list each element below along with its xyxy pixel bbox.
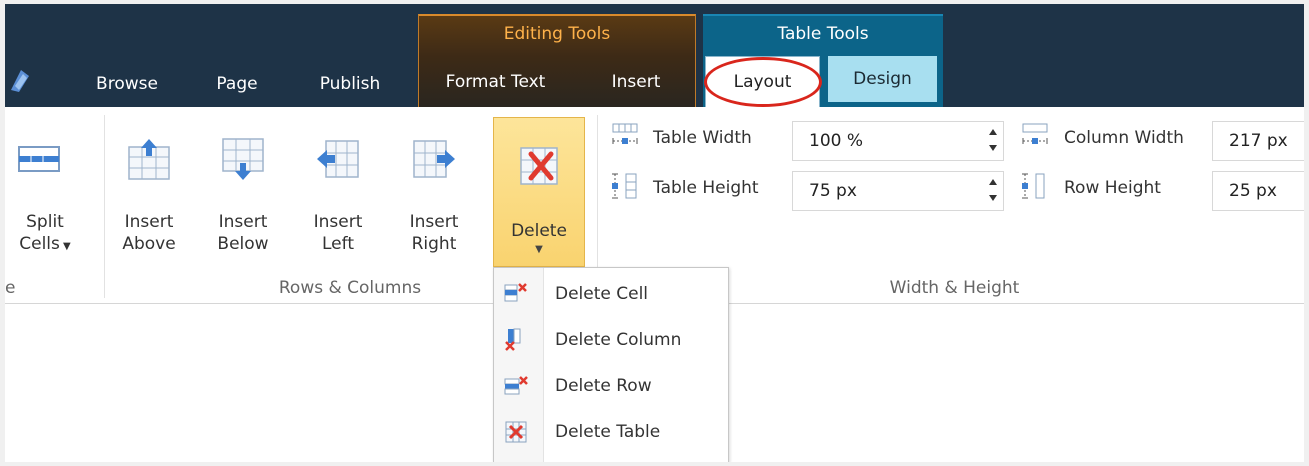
split-cells-label-line2-text: Cells: [19, 234, 60, 254]
row-height-input[interactable]: 25 px: [1212, 171, 1304, 211]
menu-item-label: Delete Column: [555, 330, 682, 350]
chevron-down-icon: ▼: [535, 244, 543, 255]
tab-page[interactable]: Page: [205, 62, 269, 107]
tab-publish[interactable]: Publish: [305, 62, 395, 107]
insert-above-label-line1: Insert: [124, 212, 174, 232]
insert-left-label-line1: Insert: [313, 212, 363, 232]
insert-above-icon: [128, 139, 170, 180]
sharepoint-logo-icon[interactable]: [9, 68, 31, 94]
menu-item-delete-table[interactable]: Delete Table: [494, 410, 728, 455]
tab-insert[interactable]: Insert: [596, 60, 676, 105]
delete-table-icon: [505, 421, 527, 443]
column-width-input[interactable]: 217 px: [1212, 121, 1304, 161]
table-width-spinner[interactable]: [987, 126, 1001, 156]
table-width-input[interactable]: 100 %: [792, 121, 1004, 161]
menu-item-label: Delete Table: [555, 422, 661, 442]
insert-below-button[interactable]: Insert Below: [203, 117, 283, 267]
table-height-icon: [612, 173, 637, 199]
insert-right-label-line2: Right: [411, 234, 457, 254]
delete-label: Delete: [511, 221, 567, 241]
delete-cell-icon: [504, 283, 527, 302]
table-height-spinner[interactable]: [987, 176, 1001, 206]
tab-browse[interactable]: Browse: [85, 62, 169, 107]
table-width-icon: [612, 123, 638, 144]
insert-left-label-line2: Left: [322, 234, 354, 254]
column-width-icon: [1022, 123, 1048, 144]
split-cells-label-line2: Cells ▼: [5, 234, 85, 257]
split-cells-button[interactable]: Split Cells ▼: [5, 117, 85, 267]
insert-below-label-line1: Insert: [218, 212, 268, 232]
insert-left-button[interactable]: Insert Left: [298, 117, 378, 267]
chevron-down-icon: ▼: [59, 241, 71, 252]
ribbon-tab-bar: Browse Page Publish Editing Tools Format…: [5, 4, 1304, 107]
group-label-partial: e: [5, 278, 16, 298]
row-height-label: Row Height: [1064, 178, 1161, 198]
table-height-input[interactable]: 75 px: [792, 171, 1004, 211]
menu-item-label: Delete Row: [555, 376, 652, 396]
sharepoint-ribbon-window: Browse Page Publish Editing Tools Format…: [5, 4, 1304, 462]
insert-right-button[interactable]: Insert Right: [394, 117, 474, 267]
column-width-label: Column Width: [1064, 128, 1184, 148]
table-width-label: Table Width: [653, 128, 752, 148]
insert-above-label-line2: Above: [122, 234, 176, 254]
menu-item-delete-cell[interactable]: Delete Cell: [494, 272, 728, 317]
delete-dropdown-menu: Delete Cell Delete Column Delete Row Del…: [493, 267, 729, 462]
group-separator: [104, 115, 105, 298]
delete-column-icon: [505, 328, 521, 351]
menu-item-delete-column[interactable]: Delete Column: [494, 318, 728, 363]
tab-design[interactable]: Design: [828, 56, 937, 102]
menu-item-label: Delete Cell: [555, 284, 649, 304]
table-tools-title: Table Tools: [777, 24, 869, 44]
insert-above-button[interactable]: Insert Above: [109, 117, 189, 267]
tab-layout[interactable]: Layout: [705, 56, 820, 107]
insert-below-label-line2: Below: [217, 234, 269, 254]
menu-item-delete-row[interactable]: Delete Row: [494, 364, 728, 409]
delete-button[interactable]: Delete ▼: [493, 117, 585, 267]
table-height-label: Table Height: [653, 178, 759, 198]
insert-below-icon: [222, 138, 264, 180]
delete-table-icon: [520, 147, 558, 185]
tab-format-text[interactable]: Format Text: [418, 60, 573, 105]
insert-right-icon: [413, 140, 455, 178]
editing-tools-title: Editing Tools: [503, 24, 611, 44]
split-cells-label-line1: Split: [26, 212, 64, 232]
split-cells-icon: [18, 146, 60, 172]
insert-right-label-line1: Insert: [409, 212, 459, 232]
row-height-icon: [1022, 173, 1045, 199]
delete-row-icon: [504, 376, 528, 395]
insert-left-icon: [317, 140, 359, 178]
